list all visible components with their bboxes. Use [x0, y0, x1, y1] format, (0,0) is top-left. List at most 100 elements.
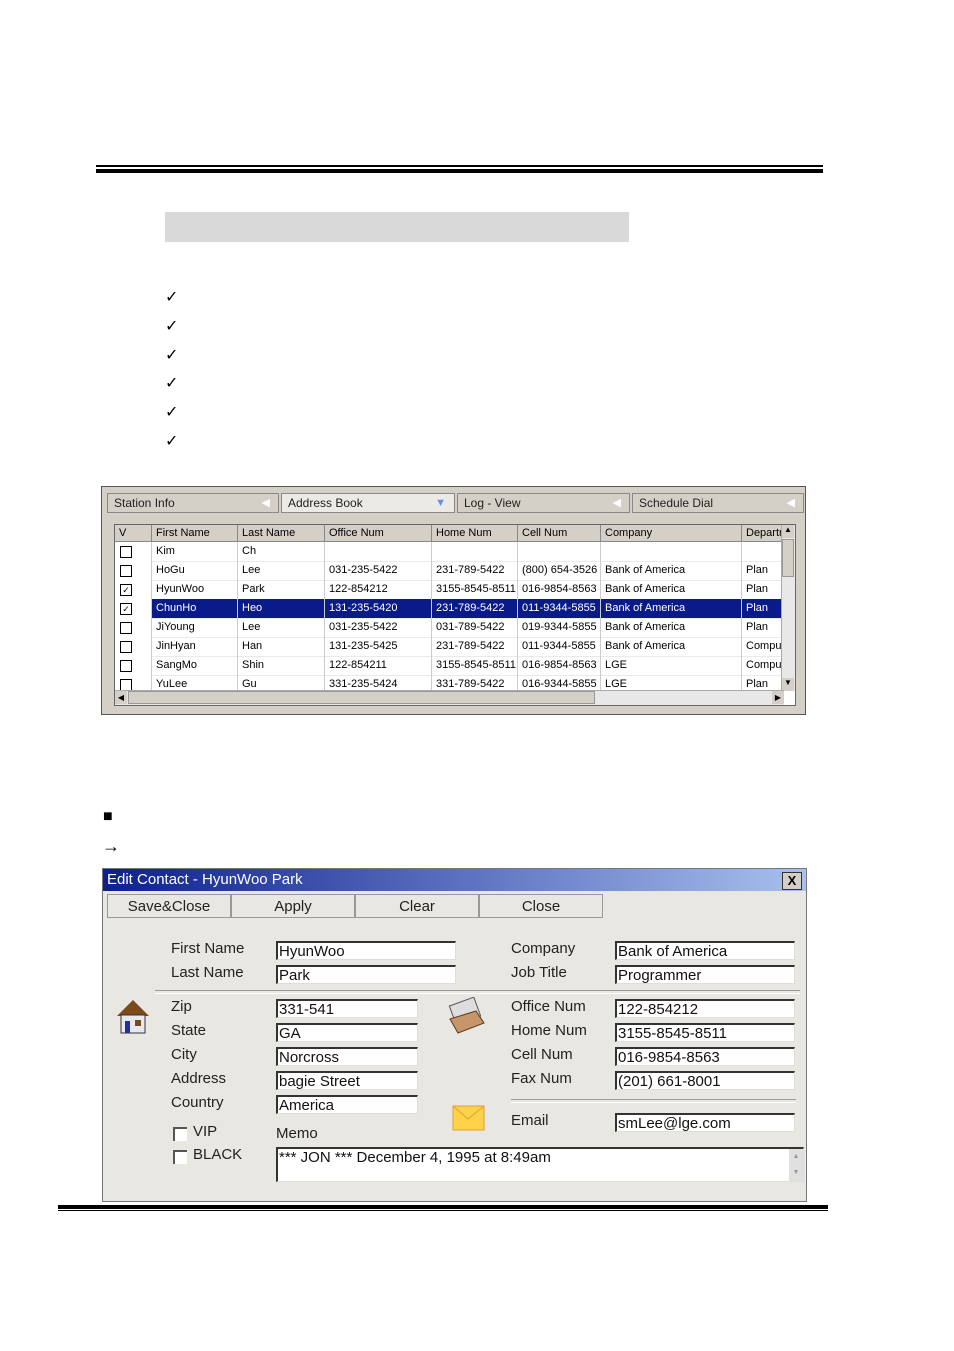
row-checkbox[interactable] — [120, 622, 132, 634]
contacts-table: V First Name Last Name Office Num Home Num Ce… — [114, 524, 796, 706]
hscroll-thumb[interactable] — [128, 691, 595, 704]
bottom-rule-thin — [58, 1210, 828, 1211]
email-field[interactable]: smLee@lge.com — [615, 1113, 795, 1132]
table-cell: 3155-8545-8511 — [432, 656, 518, 675]
vip-checkbox[interactable] — [173, 1127, 187, 1141]
tab-station-info[interactable]: Station Info ◀ — [107, 493, 279, 513]
heading-bar — [165, 212, 629, 242]
horizontal-scrollbar[interactable]: ◀ ▶ — [115, 690, 784, 705]
tab-schedule-dial[interactable]: Schedule Dial ◀ — [632, 493, 804, 513]
collapse-arrow-icon[interactable]: ◀ — [787, 494, 795, 512]
table-cell: Lee — [238, 561, 325, 580]
last-name-label: Last Name — [171, 964, 244, 981]
scroll-left-icon[interactable]: ◀ — [115, 691, 127, 704]
column-header[interactable]: Cell Num — [518, 525, 601, 541]
checkmark-icon: ✓ — [165, 346, 179, 364]
row-checkbox[interactable]: ✓ — [120, 603, 132, 615]
table-cell: HoGu — [152, 561, 238, 580]
row-checkbox[interactable] — [120, 660, 132, 672]
scroll-thumb[interactable] — [782, 539, 794, 577]
table-cell: Bank of America — [601, 561, 742, 580]
tab-address-book[interactable]: Address Book ▼ — [281, 493, 455, 513]
table-row[interactable]: ✓ ChunHo Heo 131-235-5420 231-789-5422 011-93… — [115, 599, 784, 619]
state-field[interactable]: GA — [276, 1023, 418, 1042]
column-header[interactable]: Company — [601, 525, 742, 541]
row-checkbox-cell[interactable]: ✓ — [115, 580, 152, 599]
row-checkbox[interactable] — [120, 641, 132, 653]
scroll-right-icon[interactable]: ▶ — [772, 691, 784, 704]
close-button[interactable]: Close — [479, 894, 603, 918]
table-cell: 016-9854-8563 — [518, 580, 601, 599]
office-field[interactable]: 122-854212 — [615, 999, 795, 1018]
home-label: Home Num — [511, 1022, 587, 1039]
cell-field[interactable]: 016-9854-8563 — [615, 1047, 795, 1066]
house-icon — [117, 1000, 149, 1034]
table-cell: 011-9344-5855 — [518, 637, 601, 656]
save-close-button[interactable]: Save&Close — [107, 894, 231, 918]
job-title-field[interactable]: Programmer — [615, 965, 795, 984]
address-field[interactable]: bagie Street — [276, 1071, 418, 1090]
row-checkbox[interactable] — [120, 546, 132, 558]
collapse-arrow-icon[interactable]: ◀ — [613, 494, 621, 512]
company-field[interactable]: Bank of America — [615, 941, 795, 960]
row-checkbox-cell[interactable] — [115, 637, 152, 656]
black-checkbox[interactable] — [173, 1150, 187, 1164]
column-header[interactable]: V — [115, 525, 152, 541]
zip-field[interactable]: 331-541 — [276, 999, 418, 1018]
table-row[interactable]: JinHyan Han 131-235-5425 231-789-5422 011-93… — [115, 637, 784, 657]
apply-button[interactable]: Apply — [231, 894, 355, 918]
office-label: Office Num — [511, 998, 586, 1015]
country-label: Country — [171, 1094, 224, 1111]
city-field[interactable]: Norcross — [276, 1047, 418, 1066]
last-name-field[interactable]: Park — [276, 965, 456, 984]
memo-scrollbar[interactable]: ▲ ▼ — [789, 1149, 803, 1181]
column-header[interactable]: Home Num — [432, 525, 518, 541]
address-label: Address — [171, 1070, 227, 1087]
row-checkbox-cell[interactable] — [115, 561, 152, 580]
column-header[interactable]: Last Name — [238, 525, 325, 541]
table-cell: JinHyan — [152, 637, 238, 656]
black-label: BLACK — [193, 1146, 243, 1163]
table-cell: Lee — [238, 618, 325, 637]
row-checkbox[interactable]: ✓ — [120, 584, 132, 596]
first-name-field[interactable]: HyunWoo — [276, 941, 456, 960]
table-cell — [518, 542, 601, 561]
table-cell: 131-235-5425 — [325, 637, 432, 656]
tab-log-view[interactable]: Log - View ◀ — [457, 493, 630, 513]
row-checkbox-cell[interactable] — [115, 656, 152, 675]
table-row[interactable]: HoGu Lee 031-235-5422 231-789-5422 (800) 654… — [115, 561, 784, 581]
memo-textarea[interactable]: *** JON *** December 4, 1995 at 8:49am ▲… — [276, 1147, 804, 1182]
column-header[interactable]: First Name — [152, 525, 238, 541]
table-cell: Bank of America — [601, 618, 742, 637]
scroll-up-icon[interactable]: ▲ — [782, 525, 794, 538]
checkmark-icon: ✓ — [165, 433, 179, 450]
table-cell: Heo — [238, 599, 325, 618]
close-icon[interactable]: X — [782, 872, 802, 890]
dropdown-arrow-icon[interactable]: ▼ — [435, 494, 446, 512]
arrow-bullet-icon: → — [102, 836, 120, 856]
column-header[interactable]: Departr — [742, 525, 784, 541]
row-checkbox-cell[interactable] — [115, 542, 152, 561]
row-checkbox-cell[interactable] — [115, 618, 152, 637]
table-row[interactable]: Kim Ch — [115, 542, 784, 562]
tab-label: Address Book — [288, 496, 363, 510]
address-book-window: Station Info ◀ Address Book ▼ Log - View ◀ Sch… — [101, 486, 806, 715]
table-row[interactable]: JiYoung Lee 031-235-5422 031-789-5422 019-93… — [115, 618, 784, 638]
table-row[interactable]: ✓ HyunWoo Park 122-854212 3155-8545-8511 016-… — [115, 580, 784, 600]
table-row[interactable]: SangMo Shin 122-854211 3155-8545-8511 016-98… — [115, 656, 784, 676]
vertical-scrollbar[interactable]: ▲ ▼ — [781, 525, 795, 691]
first-name-label: First Name — [171, 940, 245, 957]
row-checkbox-cell[interactable]: ✓ — [115, 599, 152, 618]
table-cell: Bank of America — [601, 599, 742, 618]
fax-label: Fax Num — [511, 1070, 572, 1087]
table-cell — [742, 542, 784, 561]
clear-button[interactable]: Clear — [355, 894, 479, 918]
home-field[interactable]: 3155-8545-8511 — [615, 1023, 795, 1042]
row-checkbox[interactable] — [120, 565, 132, 577]
fax-field[interactable]: (201) 661-8001 — [615, 1071, 795, 1090]
collapse-arrow-icon[interactable]: ◀ — [262, 494, 270, 512]
table-cell: Compu — [742, 656, 784, 675]
dialog-title-bar: Edit Contact - HyunWoo Park X — [103, 869, 806, 891]
column-header[interactable]: Office Num — [325, 525, 432, 541]
country-field[interactable]: America — [276, 1095, 418, 1114]
